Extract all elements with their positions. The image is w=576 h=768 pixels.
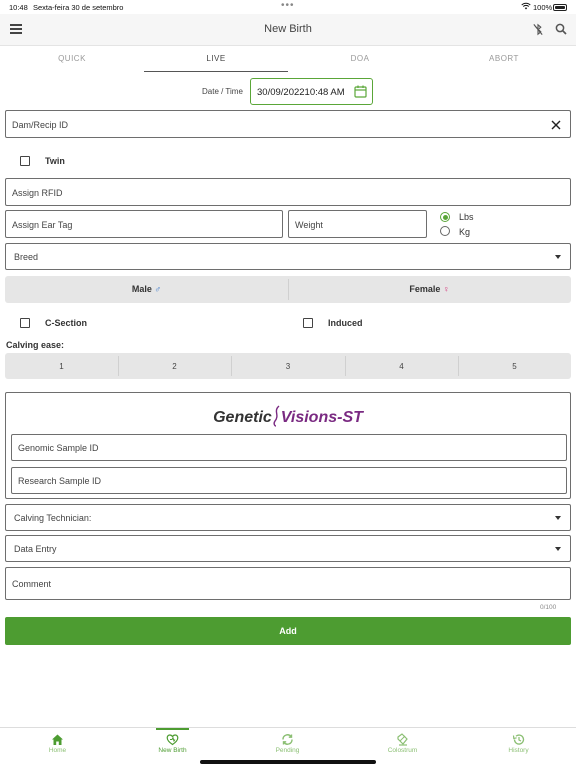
genomic-sample-id-placeholder: Genomic Sample ID bbox=[18, 443, 99, 453]
comment-counter: 0/100 bbox=[540, 604, 557, 611]
multitask-dots[interactable]: ••• bbox=[281, 0, 295, 11]
history-icon bbox=[512, 734, 525, 745]
search-icon[interactable] bbox=[555, 23, 567, 35]
genomic-sample-id-field[interactable]: Genomic Sample ID bbox=[11, 434, 567, 461]
chevron-down-icon bbox=[555, 255, 561, 259]
clear-icon[interactable] bbox=[551, 120, 561, 130]
bluetooth-off-icon[interactable] bbox=[532, 23, 544, 36]
female-label: Female bbox=[409, 284, 441, 294]
new-birth-icon bbox=[166, 734, 179, 746]
tab-quick[interactable]: QUICK bbox=[0, 46, 144, 72]
sex-selector: Male ♂ Female ♀ bbox=[5, 276, 571, 303]
genetic-visions-logo: Genetic Visions-ST bbox=[6, 405, 570, 427]
battery-icon bbox=[553, 4, 567, 11]
calving-ease-selector: 1 2 3 4 5 bbox=[5, 353, 571, 379]
nav-home[interactable]: Home bbox=[0, 728, 115, 768]
female-button[interactable]: Female ♀ bbox=[288, 276, 571, 303]
genetic-visions-section: Genetic Visions-ST Genomic Sample ID Rese… bbox=[5, 392, 571, 499]
chevron-down-icon bbox=[555, 516, 561, 520]
research-sample-id-placeholder: Research Sample ID bbox=[18, 476, 102, 486]
sync-icon bbox=[282, 734, 293, 745]
weight-placeholder: Weight bbox=[295, 220, 323, 230]
assign-ear-tag-placeholder: Assign Ear Tag bbox=[12, 220, 73, 230]
battery-percent: 100% bbox=[533, 3, 553, 12]
c-section-checkbox[interactable] bbox=[20, 318, 30, 328]
breed-placeholder: Breed bbox=[14, 252, 39, 262]
male-icon: ♂ bbox=[154, 284, 162, 294]
nav-colostrum-label: Colostrum bbox=[387, 747, 418, 754]
calving-ease-1[interactable]: 1 bbox=[5, 353, 118, 379]
home-indicator[interactable] bbox=[200, 760, 376, 764]
twin-checkbox[interactable] bbox=[20, 156, 30, 166]
nav-pending-label: Pending bbox=[275, 747, 300, 754]
status-bar: 10:48 Sexta-feira 30 de setembro ••• 100… bbox=[0, 0, 576, 14]
page-title: New Birth bbox=[264, 23, 312, 35]
home-icon bbox=[52, 734, 63, 745]
calving-ease-4[interactable]: 4 bbox=[345, 353, 458, 379]
kg-label: Kg bbox=[459, 227, 471, 237]
calving-ease-label: Calving ease: bbox=[6, 340, 65, 350]
female-icon: ♀ bbox=[442, 284, 450, 294]
kg-radio[interactable] bbox=[440, 226, 450, 236]
twin-label: Twin bbox=[45, 156, 65, 166]
tab-abort[interactable]: ABORT bbox=[432, 46, 576, 72]
status-time: 10:48 bbox=[9, 3, 28, 12]
nav-history[interactable]: History bbox=[461, 728, 576, 768]
data-entry-placeholder: Data Entry bbox=[14, 544, 57, 554]
dna-swirl-icon bbox=[273, 405, 280, 427]
lbs-label: Lbs bbox=[459, 212, 474, 222]
date-time-field[interactable]: 30/09/202210:48 AM bbox=[250, 78, 373, 105]
comment-placeholder: Comment bbox=[12, 579, 52, 589]
induced-label: Induced bbox=[328, 318, 363, 328]
dam-recip-id-placeholder: Dam/Recip ID bbox=[12, 120, 69, 130]
tab-bar: QUICK LIVE DOA ABORT bbox=[0, 46, 576, 72]
tab-doa[interactable]: DOA bbox=[288, 46, 432, 72]
weight-field[interactable]: Weight bbox=[288, 210, 427, 238]
calving-ease-5[interactable]: 5 bbox=[458, 353, 571, 379]
nav-home-label: Home bbox=[48, 747, 67, 754]
data-entry-dropdown[interactable]: Data Entry bbox=[5, 535, 571, 562]
chevron-down-icon bbox=[555, 547, 561, 551]
dam-recip-id-field[interactable]: Dam/Recip ID bbox=[5, 110, 571, 138]
calving-technician-dropdown[interactable]: Calving Technician: bbox=[5, 504, 571, 531]
calendar-icon[interactable] bbox=[354, 85, 367, 98]
lbs-radio[interactable] bbox=[440, 212, 450, 222]
breed-dropdown[interactable]: Breed bbox=[5, 243, 571, 270]
calving-ease-2[interactable]: 2 bbox=[118, 353, 231, 379]
assign-rfid-placeholder: Assign RFID bbox=[12, 188, 63, 198]
nav-history-label: History bbox=[508, 747, 529, 754]
app-bar: New Birth bbox=[0, 14, 576, 46]
add-button[interactable]: Add bbox=[5, 617, 571, 645]
status-date: Sexta-feira 30 de setembro bbox=[33, 3, 124, 12]
comment-field[interactable]: Comment bbox=[5, 567, 571, 600]
male-label: Male bbox=[131, 284, 152, 294]
assign-rfid-field[interactable]: Assign RFID bbox=[5, 178, 571, 206]
c-section-label: C-Section bbox=[45, 318, 88, 328]
nav-new-birth-label: New Birth bbox=[158, 747, 187, 754]
male-button[interactable]: Male ♂ bbox=[5, 276, 288, 303]
colostrum-icon bbox=[397, 733, 408, 746]
tab-live[interactable]: LIVE bbox=[144, 46, 288, 72]
calving-ease-3[interactable]: 3 bbox=[231, 353, 345, 379]
research-sample-id-field[interactable]: Research Sample ID bbox=[11, 467, 567, 494]
calving-technician-placeholder: Calving Technician: bbox=[14, 513, 92, 523]
date-time-value: 30/09/202210:48 AM bbox=[257, 87, 345, 98]
induced-checkbox[interactable] bbox=[303, 318, 313, 328]
date-time-label: Date / Time bbox=[202, 87, 243, 96]
assign-ear-tag-field[interactable]: Assign Ear Tag bbox=[5, 210, 283, 238]
wifi-icon bbox=[521, 2, 531, 10]
